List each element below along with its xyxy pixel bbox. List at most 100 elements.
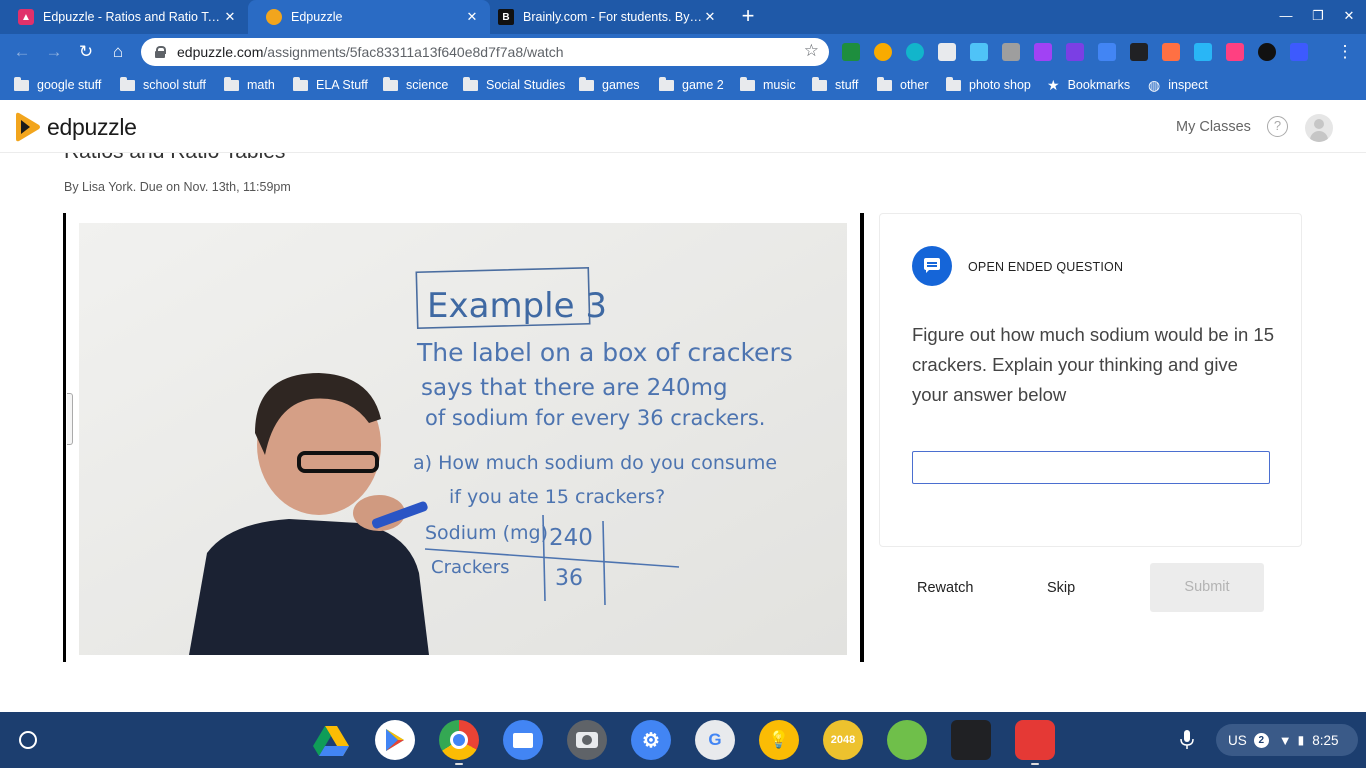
folder-icon (383, 76, 398, 91)
running-indicator (1031, 763, 1039, 765)
star-icon: ★ (1047, 76, 1060, 93)
bookmark-star-icon[interactable]: ☆ (804, 41, 819, 61)
video-editor-icon[interactable] (1015, 720, 1055, 760)
folder-icon (14, 76, 29, 91)
whiteboard-line: The label on a box of crackers (416, 338, 793, 367)
table-value: 36 (555, 566, 583, 591)
reload-icon[interactable]: ↻ (74, 40, 98, 64)
settings-icon[interactable]: ⚙ (631, 720, 671, 760)
whiteboard-heading: Example 3 (427, 286, 607, 326)
close-window-icon[interactable]: ✕ (1340, 8, 1358, 24)
bookmark-label: other (900, 78, 929, 92)
bookmark-folder[interactable]: ELA Stuff (293, 70, 368, 100)
pdf-extension-icon[interactable] (1002, 43, 1020, 61)
bookmark-folder[interactable]: school stuff (120, 70, 206, 100)
bookmark-item[interactable]: ★ Bookmarks (1047, 70, 1130, 100)
play-extension-icon[interactable] (1258, 43, 1276, 61)
url-path: /assignments/5fac83311a13f640e8d7f7a8/wa… (263, 44, 564, 60)
globe-icon: ◍ (1148, 76, 1161, 93)
video-frame[interactable]: Example 3 The label on a box of crackers… (79, 223, 847, 655)
question-type-label: OPEN ENDED QUESTION (968, 260, 1124, 274)
close-icon[interactable]: ✕ (464, 9, 480, 25)
whiteboard-line: says that there are 240mg (421, 375, 728, 401)
translate-extension-icon[interactable] (1098, 43, 1116, 61)
download-extension-icon[interactable] (970, 43, 988, 61)
pen-extension-icon[interactable] (1162, 43, 1180, 61)
bookmark-folder[interactable]: games (579, 70, 640, 100)
folder-icon (224, 76, 239, 91)
puzzle-extension-icon[interactable] (1034, 43, 1052, 61)
skip-button[interactable]: Skip (1047, 580, 1075, 596)
bookmark-folder[interactable]: google stuff (14, 70, 101, 100)
video-extension-icon[interactable] (1226, 43, 1244, 61)
microphone-icon[interactable] (1180, 730, 1194, 750)
home-icon[interactable]: ⌂ (106, 40, 130, 64)
camera-icon[interactable] (567, 720, 607, 760)
bookmark-folder[interactable]: science (383, 70, 448, 100)
edpuzzle-logo[interactable]: edpuzzle (15, 111, 137, 143)
tab-edpuzzle-ratios[interactable]: ▲ Edpuzzle - Ratios and Ratio Tables ✕ (0, 0, 248, 34)
screencastify-extension-icon[interactable] (1194, 43, 1212, 61)
chat-bubble-icon (912, 246, 952, 286)
files-icon[interactable] (503, 720, 543, 760)
google-drive-icon[interactable] (311, 720, 351, 760)
launcher-icon[interactable] (19, 731, 37, 749)
tab-title: Brainly.com - For students. By students (523, 10, 702, 24)
qr-code-extension-icon[interactable] (1130, 43, 1148, 61)
thumbs-up-extension-icon[interactable] (874, 43, 892, 61)
minimize-icon[interactable]: — (1277, 8, 1295, 23)
classroom-extension-icon[interactable] (842, 43, 860, 61)
table-label: Sodium (mg) (425, 522, 548, 544)
keep-icon[interactable]: 💡 (759, 720, 799, 760)
bookmark-folder[interactable]: music (740, 70, 796, 100)
bookmark-folder[interactable]: game 2 (659, 70, 724, 100)
edpuzzle-header: edpuzzle My Classes ? (0, 100, 1366, 153)
edpuzzle-logo-icon (16, 112, 40, 142)
help-icon[interactable]: ? (1267, 116, 1288, 137)
play-store-icon[interactable] (375, 720, 415, 760)
avatar[interactable] (1305, 114, 1333, 142)
word-game-icon[interactable] (887, 720, 927, 760)
browser-toolbar: ← → ↻ ⌂ edpuzzle.com/assignments/5fac833… (0, 34, 1366, 70)
bookmark-folder[interactable]: stuff (812, 70, 858, 100)
sidebar-toggle-handle[interactable] (67, 393, 73, 445)
rewatch-button[interactable]: Rewatch (917, 580, 973, 596)
logo-text: edpuzzle (47, 113, 137, 140)
new-tab-button[interactable]: + (737, 5, 759, 27)
whiteboard-scene: Example 3 The label on a box of crackers… (79, 223, 847, 655)
calculator-icon[interactable] (951, 720, 991, 760)
status-tray[interactable]: US 2 ▼ ▮ 8:25 (1216, 724, 1358, 756)
2048-game-icon[interactable]: 2048 (823, 720, 863, 760)
menu-icon[interactable]: ⋮ (1333, 40, 1357, 64)
back-icon[interactable]: ← (10, 40, 34, 64)
answer-input[interactable] (912, 451, 1270, 484)
close-icon[interactable]: ✕ (702, 9, 718, 25)
tab-brainly[interactable]: B Brainly.com - For students. By student… (480, 0, 728, 34)
rewordify-extension-icon[interactable] (1066, 43, 1084, 61)
address-bar[interactable]: edpuzzle.com/assignments/5fac83311a13f64… (141, 38, 829, 66)
grid-extension-icon[interactable] (938, 43, 956, 61)
video-player[interactable]: Example 3 The label on a box of crackers… (63, 213, 864, 662)
chrome-icon[interactable] (439, 720, 479, 760)
bookmark-label: Bookmarks (1067, 78, 1131, 92)
dictionary-extension-icon[interactable] (1290, 43, 1308, 61)
tab-strip: ▲ Edpuzzle - Ratios and Ratio Tables ✕ E… (0, 0, 1366, 34)
forward-icon[interactable]: → (42, 40, 66, 64)
close-icon[interactable]: ✕ (222, 9, 238, 25)
my-classes-link[interactable]: My Classes (1176, 119, 1251, 135)
running-indicator (455, 763, 463, 765)
bookmark-folder[interactable]: other (877, 70, 929, 100)
submit-button[interactable]: Submit (1150, 563, 1264, 612)
bookmark-folder[interactable]: math (224, 70, 275, 100)
bookmark-label: science (406, 78, 449, 92)
bookmark-folder[interactable]: Social Studies (463, 70, 565, 100)
folder-icon (659, 76, 674, 91)
google-translate-icon[interactable]: G (695, 720, 735, 760)
folder-icon (740, 76, 755, 91)
tab-edpuzzle[interactable]: Edpuzzle ✕ (248, 0, 490, 34)
restore-icon[interactable]: ❐ (1309, 8, 1327, 24)
bookmark-label: photo shop (969, 78, 1031, 92)
bookmark-folder[interactable]: photo shop (946, 70, 1031, 100)
bookmark-item[interactable]: ◍ inspect (1148, 70, 1208, 100)
shield-extension-icon[interactable] (906, 43, 924, 61)
